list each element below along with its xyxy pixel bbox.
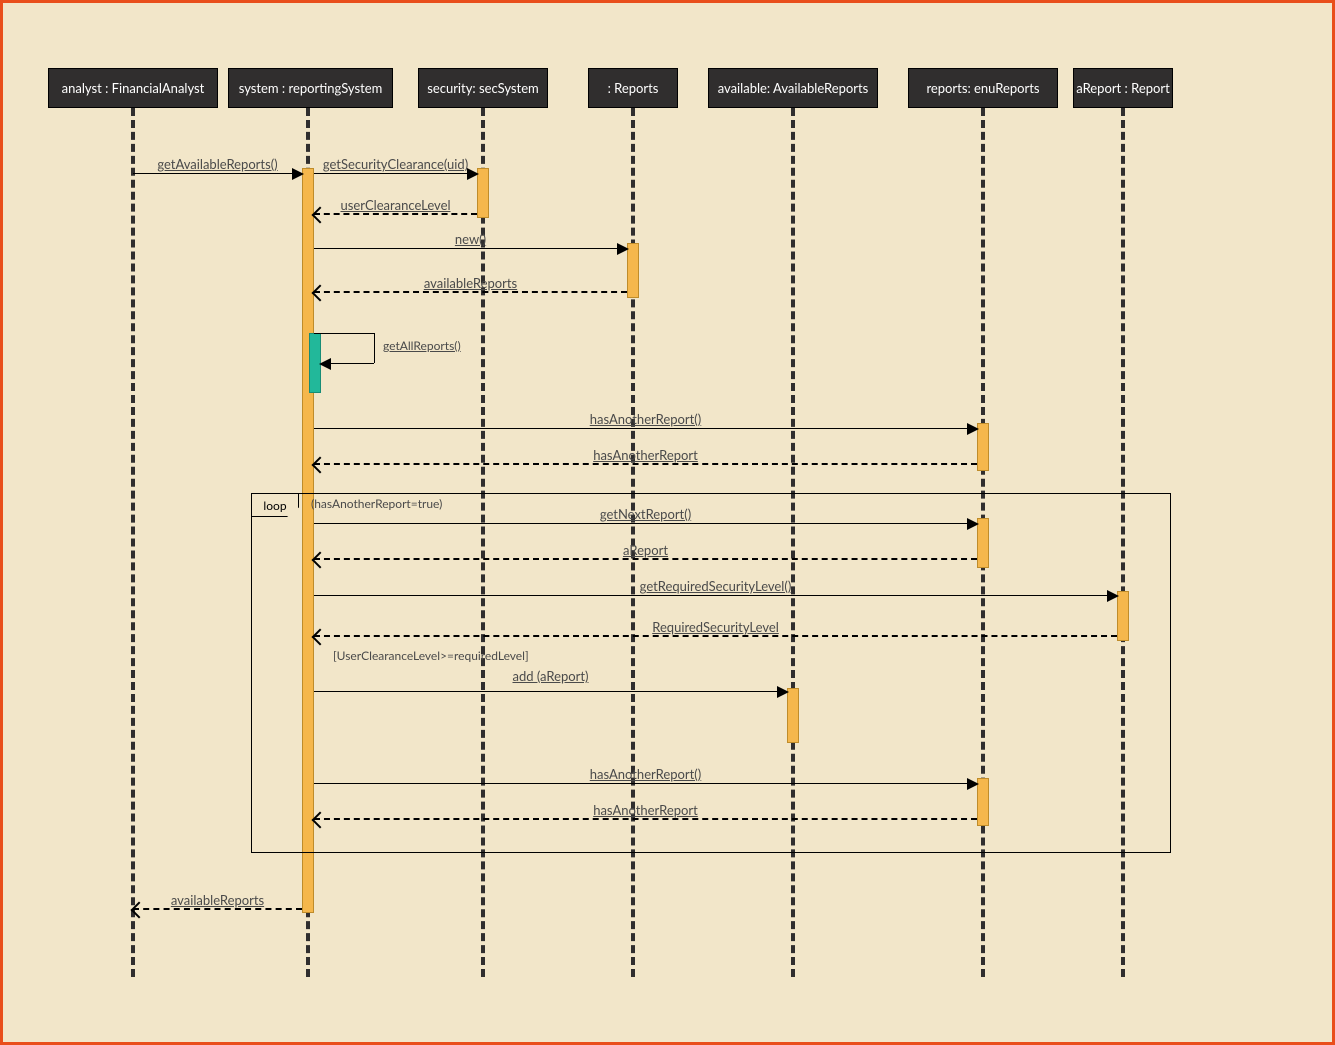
label: availableReports [133,892,302,908]
msg-getAllReports [323,363,374,364]
participant-security: security: secSystem [418,68,548,108]
msg-getSecurityClearance: getSecurityClearance(uid) [314,173,477,174]
label: new() [314,231,627,247]
label: hasAnotherReport() [314,766,977,782]
msg-hasAnother1r: hasAnotherReport [314,463,977,465]
participant-aReport: aReport : Report [1073,68,1173,108]
msg-hasAnother2: hasAnotherReport() [314,783,977,784]
msg-aReport: aReport [314,558,977,560]
msg-availableReports1: availableReports [314,291,627,293]
label: availableReports [314,275,627,291]
label: add (aReport) [314,668,787,684]
label: RequiredSecurityLevel [314,619,1117,635]
label: hasAnotherReport() [314,411,977,427]
label: userClearanceLevel [314,197,477,213]
msg-getRequiredSecLevel: getRequiredSecurityLevel() [314,595,1117,596]
arrow-head [967,423,979,435]
arrow-head [967,518,979,530]
label: getSecurityClearance(uid) [314,156,477,172]
lifeline-analyst [131,108,135,977]
participant-reports: : Reports [588,68,678,108]
diagram-frame: analyst : FinancialAnalyst system : repo… [0,0,1335,1045]
msg-hasAnother1: hasAnotherReport() [314,428,977,429]
label: hasAnotherReport [314,447,977,463]
loop-tab: loop [251,493,299,517]
msg-userClearanceLevel: userClearanceLevel [314,213,477,215]
msg-hasAnother2r: hasAnotherReport [314,818,977,820]
participant-available: available: AvailableReports [708,68,878,108]
msg-RequiredSecLevel: RequiredSecurityLevel [314,635,1117,637]
label: hasAnotherReport [314,802,977,818]
arrow-head [1107,590,1119,602]
participant-system: system : reportingSystem [228,68,393,108]
arrow-head [319,358,331,370]
label: getNextReport() [314,506,977,522]
msg-availableReports-final: availableReports [133,908,302,910]
msg-add: add (aReport) [314,691,787,692]
arrow-head [467,168,479,180]
label: getRequiredSecurityLevel() [314,578,1117,594]
msg-getAvailableReports: getAvailableReports() [133,173,302,174]
arrow-head [777,686,789,698]
label-getAllReports: getAllReports() [383,338,461,353]
label: getAvailableReports() [133,156,302,172]
arrow-head [967,778,979,790]
arrow-head [617,243,629,255]
diagram-canvas: analyst : FinancialAnalyst system : repo… [33,33,1302,1012]
participant-analyst: analyst : FinancialAnalyst [48,68,218,108]
participant-enuReports: reports: enuReports [908,68,1058,108]
msg-self-side [374,333,375,363]
msg-getNextReport: getNextReport() [314,523,977,524]
guard-clearance: [UserClearanceLevel>=requiredLevel] [333,648,529,663]
msg-new: new() [314,248,627,249]
label: aReport [314,542,977,558]
msg-self-top [314,333,374,334]
arrow-head [292,168,304,180]
